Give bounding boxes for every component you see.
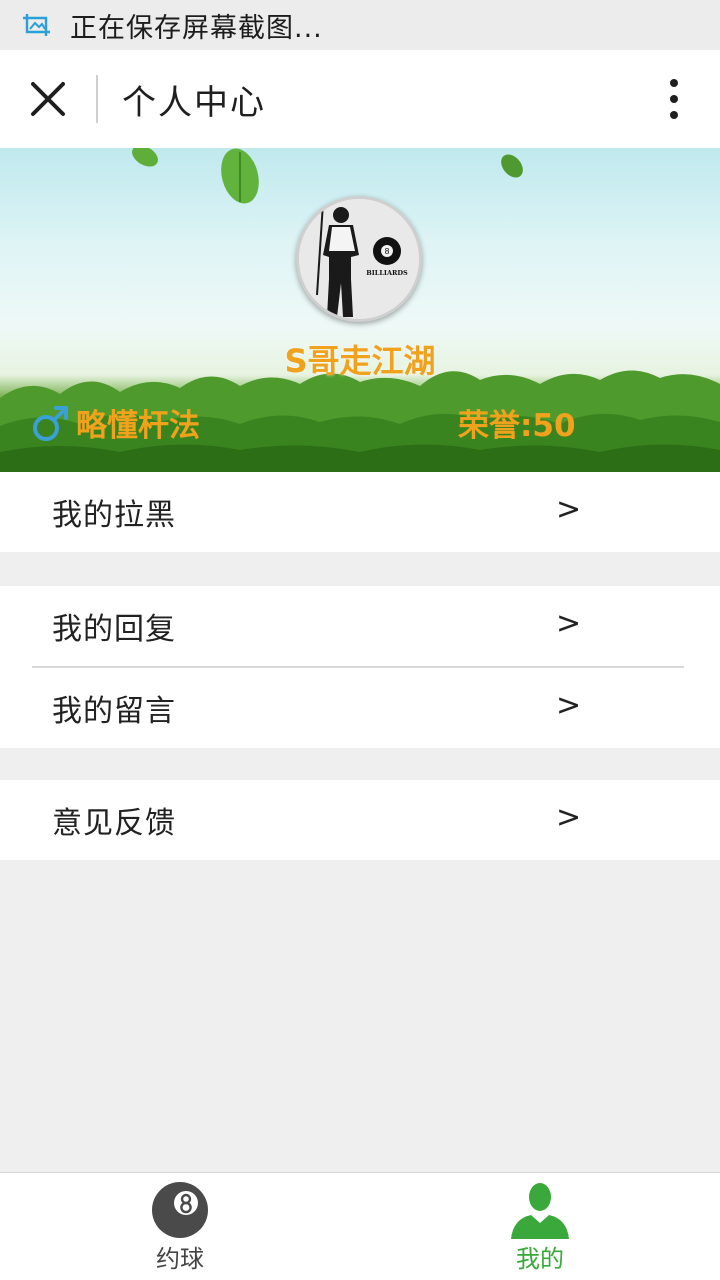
menu-item-feedback[interactable]: 意见反馈 > [0,780,720,860]
tab-label: 约球 [156,1245,204,1273]
honor-score: 荣誉:50 [458,408,576,444]
menu-group-feedback: 意见反馈 > [0,780,720,860]
chevron-right-icon: > [556,800,582,835]
svg-text:BILLIARDS: BILLIARDS [366,269,408,277]
tab-yueqiu[interactable]: 约球 [100,1173,260,1280]
menu-item-label: 我的留言 [52,694,176,729]
username: S哥走江湖 [284,342,436,380]
more-options-button[interactable] [654,74,694,124]
status-bar: 正在保存屏幕截图... [0,0,720,50]
billiard-ball-icon [152,1182,208,1238]
title-bar: 个人中心 [0,50,720,148]
chevron-right-icon: > [556,492,582,527]
avatar[interactable]: 8 BILLIARDS [296,196,422,322]
close-button[interactable] [0,50,96,148]
menu-item-label: 我的拉黑 [52,498,176,533]
menu-item-comments[interactable]: 我的留言 > [0,668,720,748]
menu-item-blacklist[interactable]: 我的拉黑 > [0,472,720,552]
title-divider [96,75,98,123]
bottom-tab-bar: 约球 我的 [0,1172,720,1280]
chevron-right-icon: > [556,606,582,641]
menu-item-replies[interactable]: 我的回复 > [0,586,720,666]
tab-mine[interactable]: 我的 [460,1173,620,1280]
menu-item-label: 意见反馈 [52,806,176,841]
menu-group-messages: 我的回复 > 我的留言 > [0,586,720,748]
avatar-image: 8 BILLIARDS [299,199,419,319]
status-text: 正在保存屏幕截图... [70,12,323,44]
page-title: 个人中心 [122,82,266,123]
more-vertical-icon [670,79,678,87]
male-icon [33,406,68,441]
profile-banner: 8 BILLIARDS S哥走江湖 略懂杆法 荣誉:50 [0,148,720,472]
screenshot-icon [22,12,52,38]
tab-label: 我的 [516,1245,564,1273]
svg-text:8: 8 [384,247,389,256]
close-icon [31,82,65,116]
skill-level: 略懂杆法 [76,408,200,444]
menu-item-label: 我的回复 [52,612,176,647]
person-icon [511,1183,569,1239]
chevron-right-icon: > [556,688,582,723]
menu-group-blacklist: 我的拉黑 > [0,472,720,552]
